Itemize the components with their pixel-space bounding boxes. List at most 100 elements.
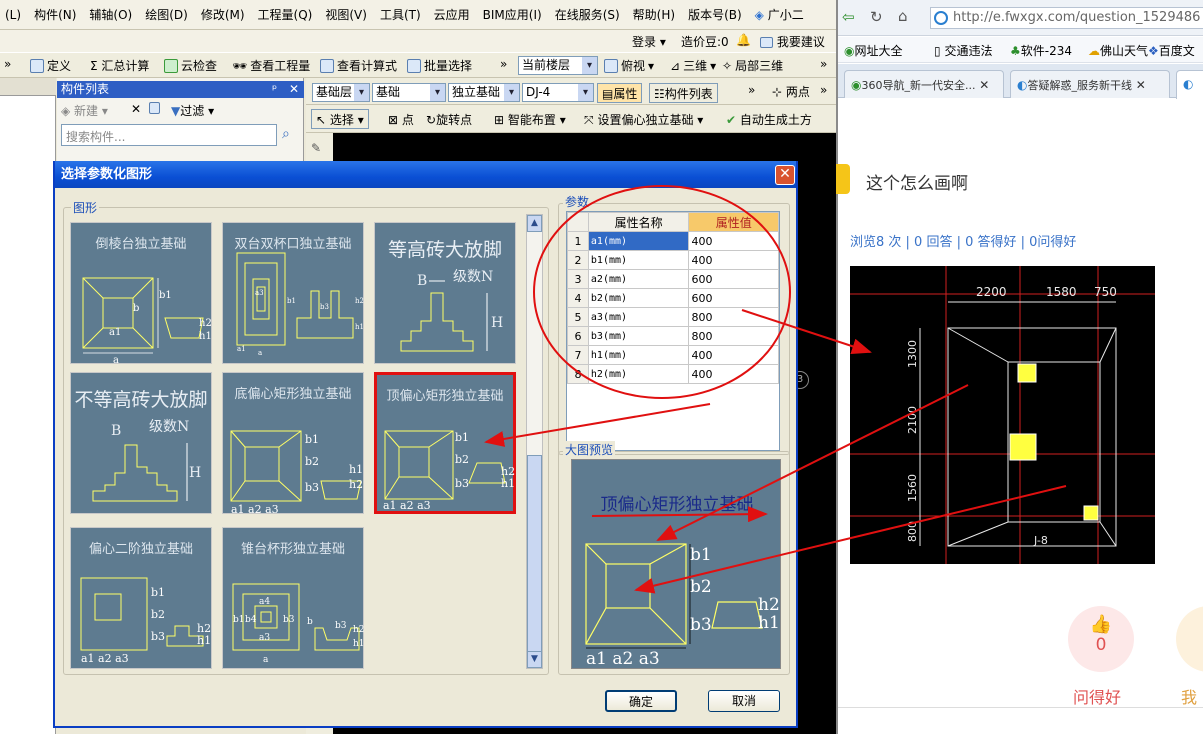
tab-close-icon[interactable]: ✕ [1132,78,1146,92]
toolbar-overflow[interactable]: » [4,57,11,71]
browser-tab[interactable]: ◐答疑解惑_服务新干线 ✕ [1010,70,1170,98]
define-button[interactable]: 定义 [30,57,71,74]
browser-tab-active[interactable]: ◐ [1176,70,1203,99]
menu-item-cloud[interactable]: 云应用 [429,6,478,23]
menu-item-component[interactable]: 构件(N) [29,6,84,23]
home-icon[interactable]: ⌂ [898,7,908,25]
type-select[interactable]: 独立基础 [448,83,520,102]
component-search-input[interactable]: 搜索构件... [61,124,277,146]
shapes-scrollbar[interactable]: ▲ ▼ [526,214,543,669]
batch-select-button[interactable]: 批量选择 [407,57,472,74]
fav-item[interactable]: ◉网址大全 [844,42,903,59]
fav-item[interactable]: ❖百度文 [1148,42,1195,59]
fav-item[interactable]: ♣软件-234 [1010,42,1072,59]
url-input[interactable]: http://e.fwxgx.com/question_1529486 [930,7,1203,29]
view-formula-button[interactable]: 查看计算式 [320,57,397,74]
menu-item-quantity[interactable]: 工程量(Q) [253,6,321,23]
menu-item-version[interactable]: 版本号(B) [683,6,750,23]
pin-icon[interactable]: ᵖ [272,81,277,98]
toolbar-overflow-3[interactable]: » [820,57,827,71]
cloud-check-button[interactable]: 云检查 [164,57,217,74]
menu-item-tools[interactable]: 工具(T) [375,6,429,23]
delete-icon[interactable]: ✕ [131,102,141,116]
shape-tile-top-eccentric-selected[interactable]: 顶偏心矩形独立基础 b1 b2 b3 a1 a2 a3 h2 h1 [374,372,516,514]
param-value[interactable]: 400 [688,364,779,384]
fav-item[interactable]: ☁佛山天气 [1088,42,1148,59]
browser-tab[interactable]: ◉360导航_新一代安全... ✕ [844,70,1004,98]
back-icon[interactable]: ⇦ [842,8,855,26]
bell-icon[interactable]: 🔔 [736,33,751,47]
point-button[interactable]: ⊠ 点 [388,111,414,128]
param-value[interactable]: 400 [688,250,779,270]
two-point-button[interactable]: ⊹ 两点 [772,83,810,100]
shape-tile-eccentric-two-step[interactable]: 偏心二阶独立基础 b1 b2 b3 a1 a2 a3 h2 h1 [70,527,212,669]
shape-tile-bottom-eccentric[interactable]: 底偏心矩形独立基础 b1 b2 b3 a1 a2 a3 h1 h2 [222,372,364,515]
rotate-point-button[interactable]: ↻旋转点 [426,111,472,128]
param-value[interactable]: 800 [688,326,779,346]
menu-item-bim[interactable]: BIM应用(I) [478,6,550,23]
shape-tile-unequal-brick[interactable]: 不等高砖大放脚 B 级数N H [70,372,212,514]
top-view-button[interactable]: 俯视 ▾ [604,57,654,74]
param-value[interactable]: 800 [688,307,779,327]
login-button[interactable]: 登录 ▾ [632,33,666,50]
menu-item-draw[interactable]: 绘图(D) [140,6,196,23]
me-button[interactable] [1176,606,1203,672]
sum-calc-button[interactable]: Σ 汇总计算 [90,57,149,74]
copy-icon[interactable] [149,102,160,117]
shape-tile-equal-brick[interactable]: 等高砖大放脚 B 级数N H [374,222,516,364]
menu-item-online[interactable]: 在线服务(S) [550,6,628,23]
question-image[interactable]: 2200 1580 750 1300 2100 1560 800 J-8 [850,266,1155,564]
table-row[interactable]: 5 a3(mm) 800 [567,307,779,327]
table-row[interactable]: 4 b2(mm) 600 [567,288,779,308]
menu-item-modify[interactable]: 修改(M) [196,6,253,23]
pencil-icon[interactable]: ✎ [311,141,321,155]
new-component-button[interactable]: ◈ 新建 ▾ [61,102,108,119]
current-floor-select[interactable]: 当前楼层 [518,56,598,75]
component-select[interactable]: DJ-4 [522,83,594,102]
toolbar-overflow-5[interactable]: » [820,83,827,97]
3d-button[interactable]: ⊿ 三维 ▾ [670,57,716,74]
menu-item[interactable]: (L) [0,8,29,22]
scrollbar-thumb[interactable] [527,455,542,665]
set-eccentric-button[interactable]: ⤧ 设置偏心独立基础 ▾ [584,111,703,128]
param-value[interactable]: 600 [688,288,779,308]
menu-item-assistant[interactable]: ◈ 广小二 [750,6,812,23]
auto-earthwork-button[interactable]: ✔ 自动生成土方 [726,111,812,128]
toolbar-overflow-2[interactable]: » [500,57,507,71]
dialog-close-button[interactable]: ✕ [775,165,795,185]
shape-tile-chamfer-frustum[interactable]: 倒棱台独立基础 a b1 a1 b h2 h1 [70,222,212,365]
ok-button[interactable]: 确定 [605,690,677,712]
local-3d-button[interactable]: ✧ 局部三维 [722,57,783,74]
component-list-button[interactable]: ☷构件列表 [649,83,718,103]
filter-button[interactable]: ▼过滤 ▾ [171,102,214,119]
param-value[interactable]: 600 [688,269,779,289]
tab-close-icon[interactable]: ✕ [975,78,989,92]
toolbar-overflow-4[interactable]: » [748,83,755,97]
menu-item-axis[interactable]: 辅轴(O) [84,6,140,23]
shape-tile-cone-cup[interactable]: 锥台杯形独立基础 a4 b1 b4 b3 a3 a b b3 h2 h1 [222,527,365,669]
param-value[interactable]: 400 [688,345,779,365]
cancel-button[interactable]: 取消 [708,690,780,712]
table-row[interactable]: 7 h1(mm) 400 [567,345,779,365]
close-icon[interactable]: ✕ [289,81,299,98]
search-icon[interactable]: ⌕ [282,126,290,142]
fav-item[interactable]: ▯ 交通违法 [934,42,992,59]
suggest-button[interactable]: 我要建议 [760,33,825,50]
scroll-up-icon[interactable]: ▲ [527,215,542,232]
shape-tile-double-cup[interactable]: 双台双杯口独立基础 a3 a1 a b1 b3 h2 h1 [222,222,364,364]
refresh-icon[interactable]: ↻ [870,8,883,26]
properties-button[interactable]: ▤属性 [597,83,643,103]
category-select[interactable]: 基础 [372,83,446,102]
table-row[interactable]: 3 a2(mm) 600 [567,269,779,289]
view-quantity-button[interactable]: 🕶 查看工程量 [232,57,310,74]
table-row[interactable]: 1 a1(mm) 400 [567,231,779,251]
table-row[interactable]: 2 b1(mm) 400 [567,250,779,270]
table-row[interactable]: 6 b3(mm) 800 [567,326,779,346]
like-button[interactable]: 👍 0 [1068,606,1134,672]
scroll-down-icon[interactable]: ▼ [527,651,542,668]
table-row[interactable]: 8 h2(mm) 400 [567,364,779,384]
smart-layout-button[interactable]: ⊞ 智能布置 ▾ [494,111,566,128]
layer-select[interactable]: 基础层 [312,83,370,102]
param-value[interactable]: 400 [688,231,779,251]
select-button[interactable]: ↖ 选择 ▾ [311,109,369,129]
